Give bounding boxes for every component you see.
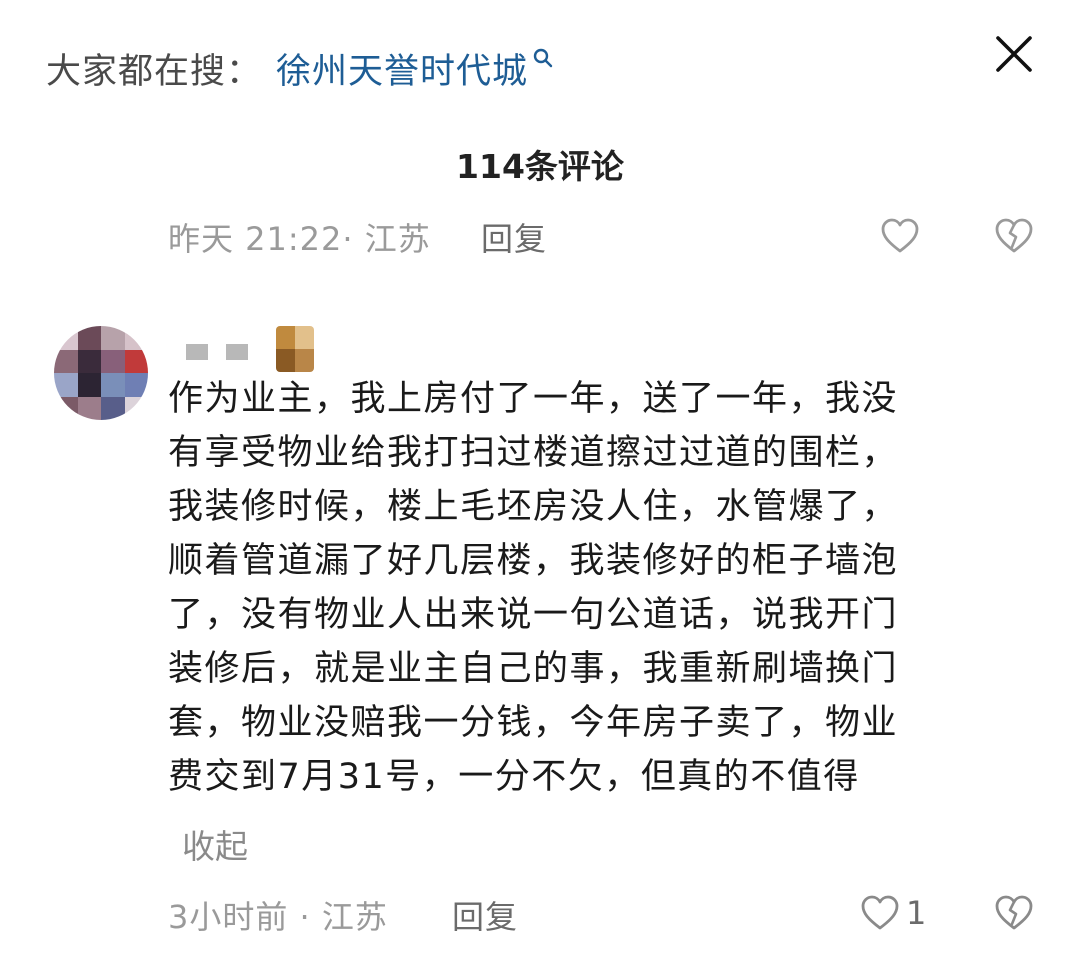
username-blur-block: [186, 344, 208, 360]
comment-line: 有享受物业给我打扫过楼道擦过过道的围栏，: [168, 433, 899, 473]
user-level-badge: [276, 326, 314, 372]
search-icon[interactable]: [532, 47, 554, 69]
comment-timestamp: 昨天 21:22· 江苏: [168, 220, 431, 258]
reply-button[interactable]: 回复: [452, 892, 518, 938]
broken-heart-icon: [995, 895, 1033, 930]
broken-heart-icon: [995, 218, 1033, 253]
comment-timestamp: 3小时前 · 江苏: [168, 898, 388, 936]
trending-search-label: 大家都在搜：: [46, 51, 263, 92]
trending-search-bar: 大家都在搜： 徐州天誉时代城: [46, 40, 554, 96]
like-button[interactable]: [880, 217, 920, 255]
comment-line: 作为业主，我上房付了一年，送了一年，我没: [168, 379, 899, 419]
comment-count-title: 114条评论: [456, 147, 624, 186]
trending-search-term-link[interactable]: 徐州天誉时代城: [276, 43, 528, 94]
comments-panel: 大家都在搜： 徐州天誉时代城 114条评论 昨天 21:22· 江苏 回复 作为…: [0, 0, 1080, 965]
collapse-button[interactable]: 收起: [182, 820, 248, 868]
avatar[interactable]: [54, 326, 148, 420]
username-blur-block: [226, 344, 248, 360]
dislike-button[interactable]: [994, 894, 1034, 936]
comment-line: 顺着管道漏了好几层楼，我装修好的柜子墙泡: [168, 541, 899, 581]
previous-comment-meta: 昨天 21:22· 江苏 回复: [0, 212, 1080, 262]
dislike-button[interactable]: [994, 217, 1034, 259]
comment-line: 了，没有物业人出来说一句公道话，说我开门: [168, 595, 899, 635]
comment-text: 作为业主，我上房付了一年，送了一年，我没 有享受物业给我打扫过楼道擦过过道的围栏…: [168, 372, 1038, 804]
comment-line: 费交到7月31号，一分不欠，但真的不值得: [168, 757, 860, 797]
username[interactable]: [186, 344, 248, 360]
comment-line: 装修后，就是业主自己的事，我重新刷墙换门: [168, 649, 899, 689]
like-count: 1: [906, 894, 927, 932]
comment-line: 我装修时候，楼上毛坯房没人住，水管爆了，: [168, 487, 899, 527]
heart-icon: [881, 218, 919, 253]
comment-meta: 3小时前 · 江苏 回复 1: [0, 890, 1080, 940]
heart-icon: [861, 895, 899, 930]
like-button[interactable]: 1: [860, 894, 926, 932]
close-icon[interactable]: [990, 30, 1038, 78]
comment-line: 套，物业没赔我一分钱，今年房子卖了，物业: [168, 703, 899, 743]
reply-button[interactable]: 回复: [481, 214, 547, 260]
